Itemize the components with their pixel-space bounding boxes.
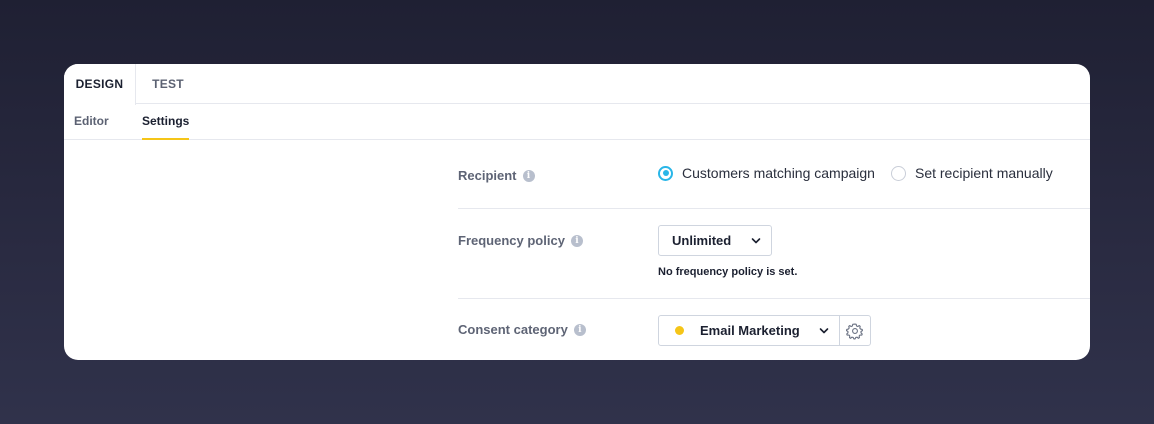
settings-card: DESIGN TEST Editor Settings Recipient i … xyxy=(64,64,1090,360)
subtab-settings[interactable]: Settings xyxy=(142,104,190,140)
top-tab-bar: DESIGN TEST xyxy=(64,64,1090,105)
radio-label: Customers matching campaign xyxy=(682,165,875,181)
consent-category-label: Consent category xyxy=(458,322,568,337)
radio-customers-matching-campaign[interactable]: Customers matching campaign xyxy=(658,165,875,181)
radio-button-checked[interactable] xyxy=(658,165,673,181)
divider xyxy=(458,298,1090,299)
chevron-down-icon xyxy=(819,328,829,334)
frequency-policy-dropdown[interactable]: Unlimited xyxy=(658,225,772,256)
subtab-editor[interactable]: Editor xyxy=(74,104,109,140)
tab-design[interactable]: DESIGN xyxy=(64,64,136,105)
consent-settings-button[interactable] xyxy=(839,315,871,346)
consent-category-value: Email Marketing xyxy=(700,323,800,338)
radio-set-recipient-manually[interactable]: Set recipient manually xyxy=(890,165,1053,181)
consent-category-dropdown[interactable]: Email Marketing xyxy=(658,315,840,346)
divider xyxy=(458,208,1090,209)
radio-label: Set recipient manually xyxy=(914,165,1053,181)
info-icon[interactable]: i xyxy=(522,169,535,182)
sub-tab-bar: Editor Settings xyxy=(64,104,1090,140)
chevron-down-icon xyxy=(751,238,761,244)
recipient-label-group: Recipient i xyxy=(458,168,535,183)
info-icon[interactable]: i xyxy=(570,234,583,247)
recipient-radio-group: Customers matching campaign Set recipien… xyxy=(658,165,1053,181)
gear-icon xyxy=(846,323,863,339)
consent-color-dot xyxy=(675,326,684,335)
recipient-label: Recipient xyxy=(458,168,517,183)
frequency-policy-note: No frequency policy is set. xyxy=(658,266,798,278)
info-icon[interactable]: i xyxy=(573,323,586,336)
frequency-label-group: Frequency policy i xyxy=(458,233,583,248)
frequency-policy-value: Unlimited xyxy=(672,233,732,248)
tab-test[interactable]: TEST xyxy=(136,64,200,104)
frequency-policy-label: Frequency policy xyxy=(458,233,565,248)
radio-button-unchecked[interactable] xyxy=(890,165,906,181)
consent-label-group: Consent category i xyxy=(458,322,586,337)
